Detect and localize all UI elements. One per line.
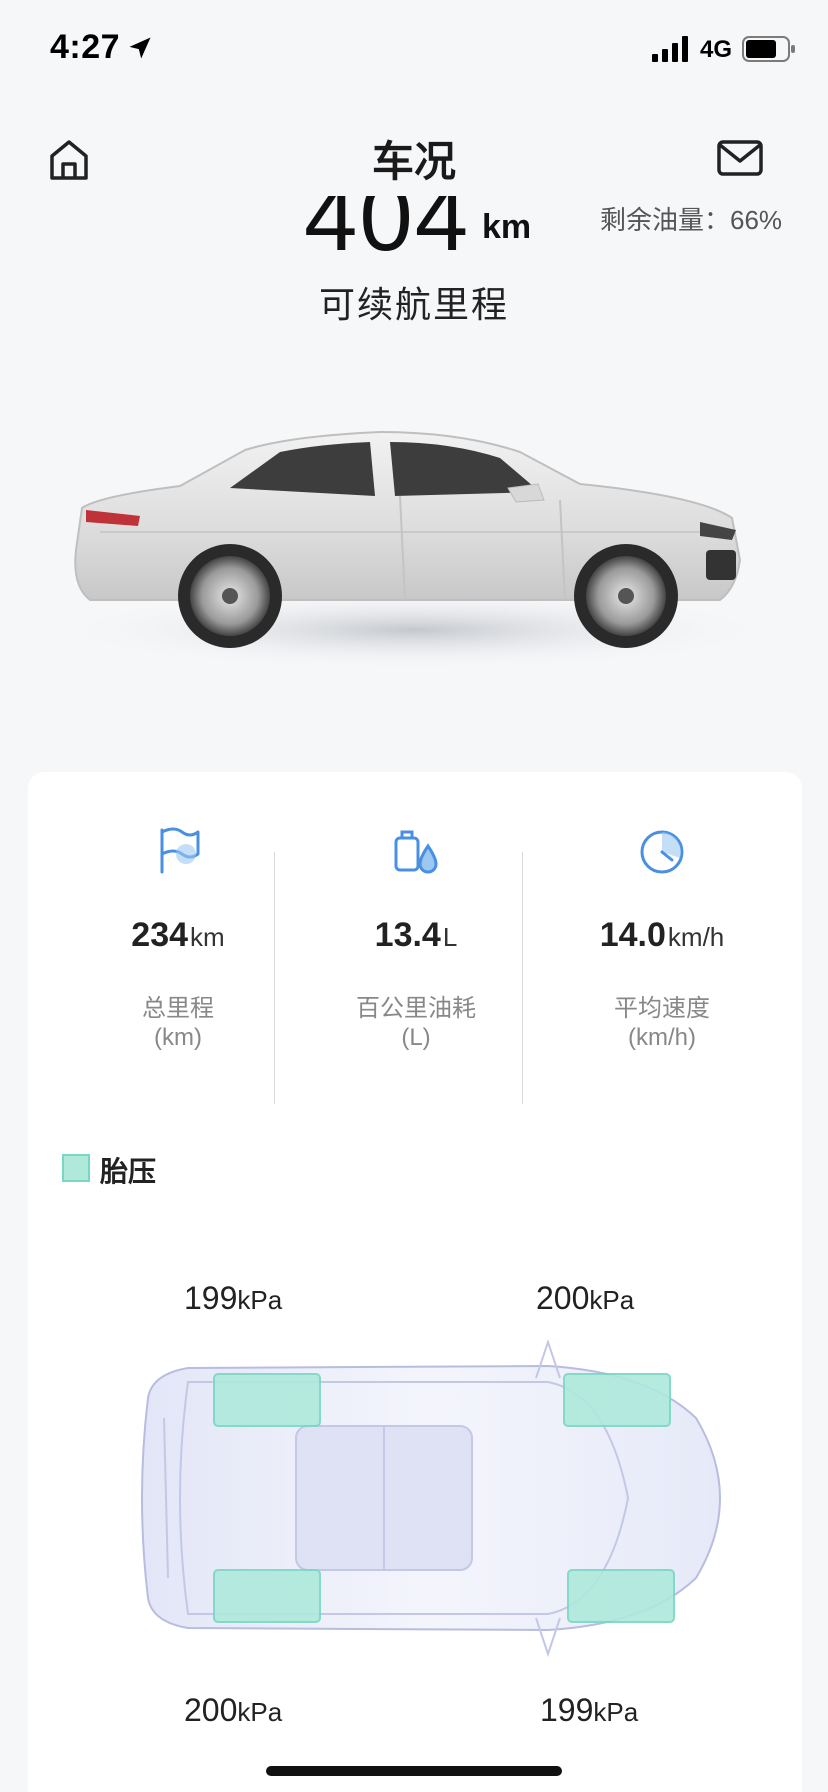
trip-stats: 234km 总里程 (km) 13.4L 百公里油耗 (L) 14.0km/h … <box>28 812 802 1104</box>
flag-icon <box>160 827 200 874</box>
stat-fuel-consumption: 13.4L 百公里油耗 (L) <box>292 812 540 1072</box>
network-type: 4G <box>700 36 733 63</box>
vehicle-stats-card: 234km 总里程 (km) 13.4L 百公里油耗 (L) 14.0km/h … <box>28 772 802 1792</box>
stat-value: 14.0km/h <box>599 916 725 954</box>
fuel-drop-icon <box>394 830 438 874</box>
range-value: 404 <box>304 196 471 256</box>
location-arrow-icon <box>129 37 151 59</box>
tire-front-left <box>213 1373 321 1427</box>
screen: 4:27 4G 车况 404 km 剩余油量：66% 可续航里程 234km 总… <box>0 0 828 1792</box>
range-unit: km <box>482 208 532 246</box>
tire-front-left-pressure: 199kPa <box>184 1280 283 1316</box>
stat-value: 234km <box>131 916 225 954</box>
tire-rear-left <box>213 1569 321 1623</box>
stat-label: 百公里油耗 <box>356 995 476 1022</box>
stat-unit-label: (L) <box>401 1024 431 1051</box>
mail-icon[interactable] <box>716 138 764 178</box>
status-bar: 4:27 4G <box>0 0 828 96</box>
stat-unit-label: (km/h) <box>628 1024 696 1051</box>
divider <box>522 852 523 1104</box>
speedometer-icon <box>640 830 684 874</box>
divider <box>274 852 275 1104</box>
fuel-remaining: 剩余油量：66% <box>600 205 783 235</box>
tire-front-right-pressure: 200kPa <box>536 1280 635 1316</box>
range-label: 可续航里程 <box>318 284 509 325</box>
legend-label: 胎压 <box>100 1156 157 1187</box>
page-title: 车况 <box>371 138 456 185</box>
stat-total-mileage: 234km 总里程 (km) <box>54 812 302 1072</box>
stat-unit-label: (km) <box>154 1024 202 1051</box>
legend-swatch <box>62 1154 90 1182</box>
nav-header: 车况 <box>0 110 828 210</box>
stat-label: 总里程 <box>142 995 214 1022</box>
status-time: 4:27 <box>50 28 121 66</box>
home-indicator[interactable] <box>266 1766 562 1776</box>
tire-rear-right <box>567 1569 675 1623</box>
battery-icon <box>742 36 795 62</box>
tire-rear-right-pressure: 199kPa <box>540 1692 639 1728</box>
stat-average-speed: 14.0km/h 平均速度 (km/h) <box>538 812 786 1072</box>
tire-rear-left-pressure: 200kPa <box>184 1692 283 1728</box>
stat-label: 平均速度 <box>614 995 710 1022</box>
car-top-view-diagram <box>141 1338 722 1658</box>
tire-front-right <box>563 1373 671 1427</box>
stat-value: 13.4L <box>374 916 458 954</box>
signal-icon <box>652 36 688 62</box>
car-side-image <box>60 430 768 670</box>
